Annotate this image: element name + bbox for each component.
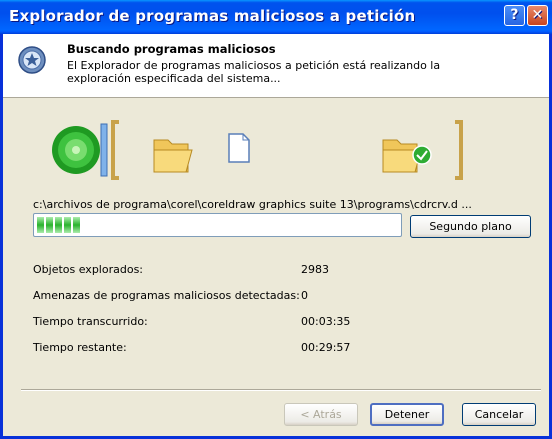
header-description: El Explorador de programas maliciosos a … xyxy=(67,59,441,85)
header-title: Buscando programas maliciosos xyxy=(67,42,276,56)
scan-dialog: Explorador de programas maliciosos a pet… xyxy=(0,0,552,439)
remaining-time-label: Tiempo restante: xyxy=(33,341,127,354)
current-scan-path: c:\archivos de programa\corel\coreldraw … xyxy=(33,198,472,211)
back-button[interactable]: < Atrás xyxy=(284,403,358,426)
progress-chunk xyxy=(64,217,71,233)
window-title: Explorador de programas maliciosos a pet… xyxy=(9,7,416,25)
threats-detected-label: Amenazas de programas maliciosos detecta… xyxy=(33,289,300,302)
threats-detected-value: 0 xyxy=(301,289,308,302)
background-button[interactable]: Segundo plano xyxy=(410,215,531,238)
file-icon xyxy=(228,133,250,163)
help-button[interactable]: ? xyxy=(504,5,525,26)
objects-scanned-label: Objetos explorados: xyxy=(33,263,143,276)
elapsed-time-value: 00:03:35 xyxy=(301,315,351,328)
progress-chunk xyxy=(73,217,80,233)
cancel-button[interactable]: Cancelar xyxy=(462,403,536,426)
checked-folder-icon xyxy=(382,139,432,173)
remaining-time-value: 00:29:57 xyxy=(301,341,351,354)
scan-animation xyxy=(52,120,463,180)
elapsed-time-label: Tiempo transcurrido: xyxy=(33,315,148,328)
progress-fill xyxy=(37,217,80,233)
folder-icon xyxy=(153,139,193,173)
radar-icon xyxy=(52,123,108,177)
scan-progress-bar xyxy=(33,213,402,237)
progress-chunk xyxy=(37,217,44,233)
scan-shield-icon xyxy=(18,46,46,74)
close-button[interactable]: ✕ xyxy=(527,5,548,26)
footer-separator xyxy=(21,389,541,391)
left-bracket-icon xyxy=(111,120,119,180)
right-bracket-icon xyxy=(455,120,463,180)
title-bar[interactable]: Explorador de programas maliciosos a pet… xyxy=(0,0,552,34)
objects-scanned-value: 2983 xyxy=(301,263,329,276)
stop-button[interactable]: Detener xyxy=(370,403,444,426)
progress-chunk xyxy=(46,217,53,233)
dialog-header: Buscando programas maliciosos El Explora… xyxy=(3,34,549,98)
progress-chunk xyxy=(55,217,62,233)
